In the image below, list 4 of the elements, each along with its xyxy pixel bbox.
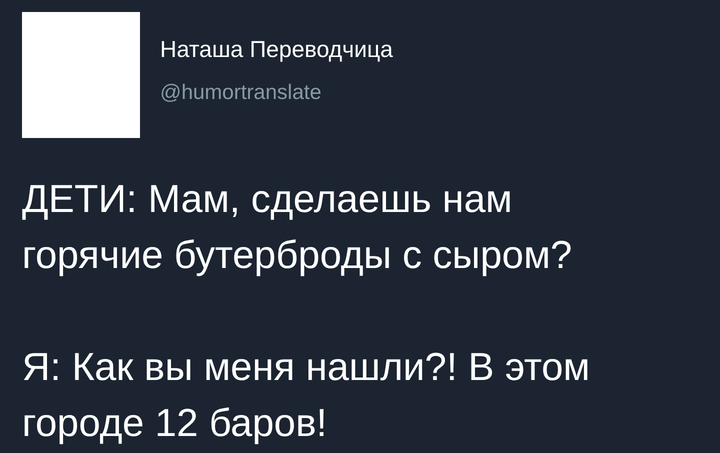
author-handle: @humortranslate (160, 81, 322, 105)
tweet-text: Я: Как вы меня нашли?! В этом городе 12 баров! (22, 345, 590, 447)
tweet-text: ДЕТИ: Мам, сделаешь нам горячие бутерброды с сыром? (22, 177, 572, 279)
author-name: Наташа Переводчица (160, 36, 393, 63)
